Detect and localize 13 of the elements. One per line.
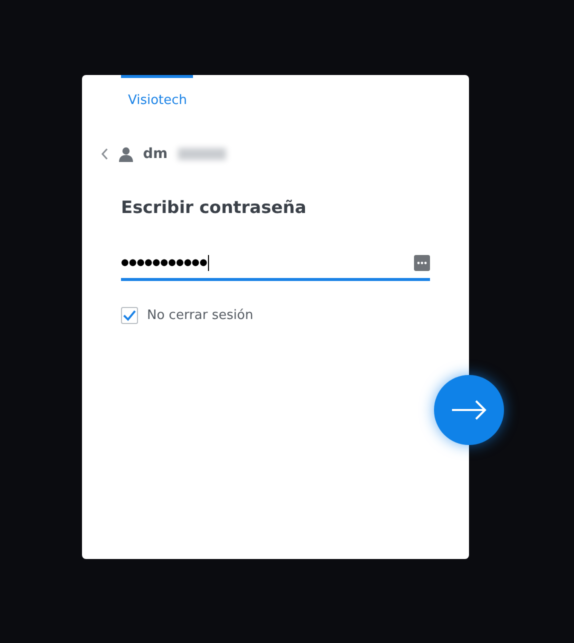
password-reveal-icon[interactable] [414,255,430,271]
password-value: ●●●●●●●●●●● [121,255,210,271]
password-field[interactable]: ●●●●●●●●●●● [121,248,430,281]
next-button[interactable] [434,375,504,445]
user-icon [119,146,133,162]
page-title: Escribir contraseña [121,198,308,218]
remember-label: No cerrar sesión [147,308,254,323]
username: dm [143,146,168,162]
tab[interactable]: Visiotech [121,75,193,108]
remember-checkbox[interactable] [121,307,138,324]
blurred-redaction [178,148,226,160]
back-chevron-icon[interactable] [101,148,109,160]
arrow-right-icon [451,399,487,421]
